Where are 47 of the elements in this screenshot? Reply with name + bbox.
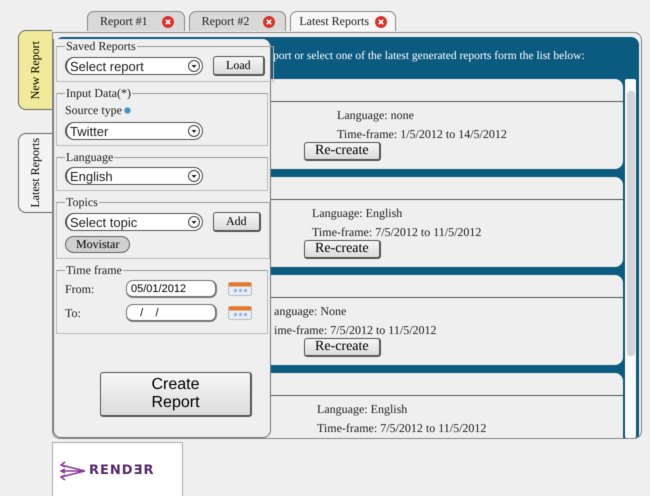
section-legend: Topics — [65, 195, 99, 210]
caret-icon — [188, 60, 200, 72]
time-frame-text: ime-frame: 7/5/2012 to 11/5/2012 — [274, 322, 438, 338]
logo: RENDƎR — [52, 442, 183, 496]
create-report-button[interactable]: Create Report — [100, 372, 252, 417]
to-label: To: — [65, 306, 82, 320]
instruction-text: port or select one of the latest generated reports form the list below: — [273, 50, 585, 62]
calendar-icon[interactable] — [228, 306, 252, 320]
language-text: Language: English — [317, 401, 408, 417]
section-legend: Input Data(*) — [65, 86, 132, 101]
time-frame-text: Time-frame: 7/5/2012 to 11/5/2012 — [317, 420, 488, 436]
calendar-icon[interactable] — [228, 282, 252, 296]
from-label: From: — [65, 282, 96, 296]
topic-chip[interactable]: Movistar — [65, 236, 130, 253]
section-legend: Time frame — [65, 263, 123, 278]
language-text: Language: English — [312, 205, 404, 221]
side-tab[interactable]: New Report — [18, 30, 52, 110]
close-icon[interactable] — [263, 16, 276, 28]
tab[interactable]: Report #1 — [87, 11, 185, 31]
language-text: Language: none — [337, 107, 415, 123]
side-tab[interactable]: Latest Reports — [18, 133, 52, 213]
topic-dropdown[interactable]: Select topic — [65, 213, 203, 231]
recreate-button[interactable]: Re-create — [304, 338, 381, 357]
add-button[interactable]: Add — [213, 212, 261, 232]
load-button[interactable]: Load — [213, 56, 265, 76]
arrows-icon — [59, 460, 87, 480]
section-legend: Saved Reports — [65, 39, 137, 54]
language-dropdown[interactable]: English — [65, 167, 203, 185]
close-icon[interactable] — [375, 16, 387, 28]
close-icon[interactable] — [162, 16, 174, 28]
section-legend: Language — [65, 150, 114, 165]
caret-icon — [188, 216, 200, 228]
tab[interactable]: Latest Reports — [290, 11, 396, 31]
tab[interactable]: Report #2 — [188, 11, 286, 31]
caret-icon — [188, 170, 200, 182]
to-date-field[interactable]: / / — [126, 304, 217, 322]
from-date-field[interactable]: 05/01/2012 — [126, 280, 217, 298]
caret-icon — [188, 125, 200, 137]
report-dropdown[interactable]: Select report — [65, 57, 203, 75]
source-dropdown[interactable]: Twitter — [65, 122, 203, 140]
source-type-label: Source type — [65, 103, 122, 118]
recreate-button[interactable]: Re-create — [304, 142, 381, 161]
scrollbar[interactable] — [625, 79, 636, 438]
time-frame-text: Time-frame: 1/5/2012 to 14/5/2012 — [337, 126, 508, 142]
recreate-button[interactable]: Re-create — [304, 240, 381, 259]
language-text: anguage: None — [274, 303, 348, 319]
time-frame-text: Time-frame: 7/5/2012 to 11/5/2012 — [312, 224, 482, 240]
